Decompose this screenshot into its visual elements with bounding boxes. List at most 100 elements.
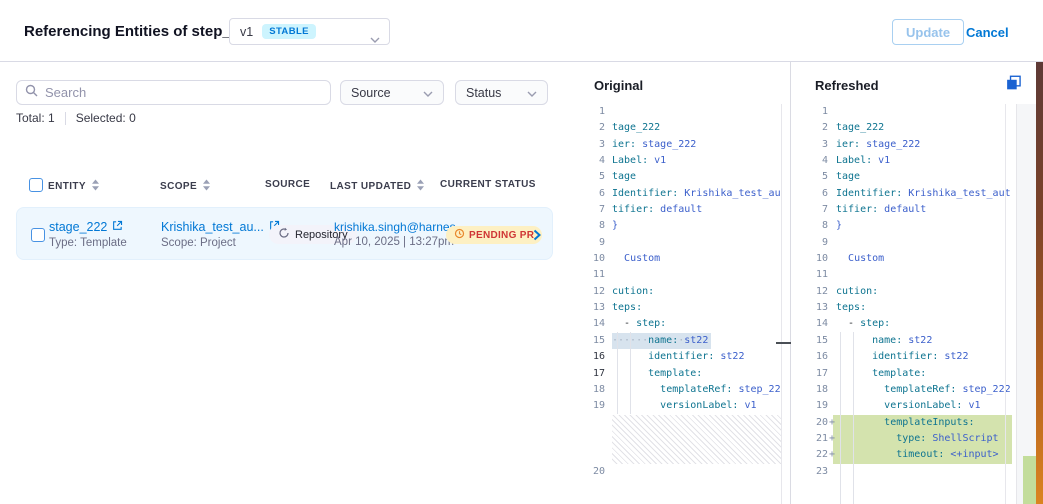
code-line: 7tifier: default bbox=[568, 202, 781, 218]
cancel-button[interactable]: Cancel bbox=[966, 25, 1009, 40]
line-number: 7 bbox=[568, 202, 605, 218]
column-header-scope[interactable]: SCOPE bbox=[160, 179, 211, 194]
code-line: 19 versionLabel: v1 bbox=[568, 398, 781, 414]
line-number: 22 bbox=[791, 447, 828, 463]
line-number: 20 bbox=[568, 464, 605, 480]
code-line: 22+ timeout: <+input> bbox=[791, 447, 1012, 463]
code-line: 5tage bbox=[568, 169, 781, 185]
original-pane-title: Original bbox=[594, 78, 643, 93]
line-number: 19 bbox=[791, 398, 828, 414]
select-all-checkbox[interactable] bbox=[29, 178, 43, 192]
totals-bar: Total: 1 Selected: 0 bbox=[16, 111, 136, 125]
line-number: 23 bbox=[791, 464, 828, 480]
source-filter-dropdown[interactable]: Source bbox=[340, 80, 444, 105]
code-line: 23 bbox=[791, 464, 1012, 480]
page-edge-strip bbox=[1036, 62, 1043, 504]
version-select[interactable]: v1 STABLE bbox=[229, 18, 390, 45]
code-line: 9 bbox=[791, 235, 1012, 251]
diff-spacer-hatch bbox=[568, 415, 781, 464]
clock-icon bbox=[454, 228, 465, 242]
status-badge-label: PENDING PR bbox=[469, 230, 534, 241]
code-line: 3ier: stage_222 bbox=[568, 137, 781, 153]
selected-count: Selected: 0 bbox=[76, 111, 136, 125]
sort-icon[interactable] bbox=[91, 179, 100, 194]
line-number: 1 bbox=[568, 104, 605, 120]
line-number: 12 bbox=[791, 284, 828, 300]
code-line: 6Identifier: Krishika_test_aut bbox=[791, 186, 1012, 202]
referencing-entities-modal: Referencing Entities of step_222 v1 STAB… bbox=[0, 0, 1043, 504]
line-number: 15 bbox=[791, 333, 828, 349]
line-number: 12 bbox=[568, 284, 605, 300]
diff-sash-handle[interactable] bbox=[776, 342, 792, 344]
update-button[interactable]: Update bbox=[892, 19, 964, 45]
line-number: 19 bbox=[568, 398, 605, 414]
indent-guide bbox=[853, 332, 854, 504]
table-row[interactable]: stage_222 Type: Template Krishika_test_a… bbox=[16, 207, 553, 260]
chevron-down-icon bbox=[423, 86, 433, 100]
overview-ruler[interactable] bbox=[1016, 104, 1036, 504]
original-code-editor[interactable]: 12tage_2223ier: stage_2224Label: v15tage… bbox=[568, 104, 781, 480]
indent-guide bbox=[840, 332, 841, 504]
entity-type: Type: Template bbox=[49, 237, 127, 249]
line-number: 10 bbox=[791, 251, 828, 267]
row-checkbox[interactable] bbox=[31, 228, 45, 242]
chevron-down-icon bbox=[527, 86, 537, 100]
code-line: 8} bbox=[568, 218, 781, 234]
code-line: 17 template: bbox=[791, 366, 1012, 382]
entity-cell: stage_222 Type: Template bbox=[49, 220, 127, 249]
code-line: 15······name:·st22 bbox=[568, 333, 781, 349]
line-number: 13 bbox=[791, 300, 828, 316]
stable-badge: STABLE bbox=[262, 24, 316, 39]
scope-cell: Krishika_test_au... Scope: Project bbox=[161, 220, 280, 249]
line-number: 14 bbox=[568, 316, 605, 332]
repository-icon bbox=[278, 227, 290, 242]
line-number: 4 bbox=[791, 153, 828, 169]
code-line: 12cution: bbox=[791, 284, 1012, 300]
code-line: 13teps: bbox=[568, 300, 781, 316]
code-line: 1 bbox=[791, 104, 1012, 120]
chevron-down-icon bbox=[370, 30, 380, 48]
line-number: 16 bbox=[568, 349, 605, 365]
line-number: 8 bbox=[791, 218, 828, 234]
line-number: 2 bbox=[568, 120, 605, 136]
search-box bbox=[16, 80, 331, 105]
line-number: 5 bbox=[791, 169, 828, 185]
code-line: 6Identifier: Krishika_test_aut bbox=[568, 186, 781, 202]
code-line: 12cution: bbox=[568, 284, 781, 300]
copy-icon[interactable] bbox=[1005, 75, 1022, 97]
status-filter-dropdown[interactable]: Status bbox=[455, 80, 548, 105]
total-count: Total: 1 bbox=[16, 111, 55, 125]
line-number: 1 bbox=[791, 104, 828, 120]
line-number: 3 bbox=[791, 137, 828, 153]
column-label: SOURCE bbox=[265, 179, 310, 190]
scope-name: Krishika_test_au... bbox=[161, 220, 264, 234]
code-line: 20+ templateInputs: bbox=[791, 415, 1012, 431]
line-number: 11 bbox=[791, 267, 828, 283]
status-filter-label: Status bbox=[466, 86, 501, 100]
search-input[interactable] bbox=[45, 85, 322, 100]
code-line: 4Label: v1 bbox=[791, 153, 1012, 169]
code-line: 21+ type: ShellScript bbox=[791, 431, 1012, 447]
external-link-icon[interactable] bbox=[112, 220, 123, 234]
column-header-last-updated[interactable]: LAST UPDATED bbox=[330, 179, 425, 194]
code-line: 14 - step: bbox=[568, 316, 781, 332]
refreshed-code-editor[interactable]: 12tage_2223ier: stage_2224Label: v15tage… bbox=[791, 104, 1012, 480]
entity-link[interactable]: stage_222 bbox=[49, 220, 127, 234]
code-line: 13teps: bbox=[791, 300, 1012, 316]
sort-icon[interactable] bbox=[202, 179, 211, 194]
indent-guide bbox=[630, 332, 631, 414]
scope-link[interactable]: Krishika_test_au... bbox=[161, 220, 280, 234]
modal-header: Referencing Entities of step_222 v1 STAB… bbox=[0, 0, 1043, 62]
sort-icon[interactable] bbox=[416, 179, 425, 194]
column-header-source: SOURCE bbox=[265, 179, 310, 190]
status-badge: PENDING PR bbox=[446, 226, 542, 244]
column-label: LAST UPDATED bbox=[330, 181, 411, 192]
code-line: 9 bbox=[568, 235, 781, 251]
code-line: 16 identifier: st22 bbox=[791, 349, 1012, 365]
diff-pane-refreshed: Refreshed 12tage_2223ier: stage_2224Labe… bbox=[791, 62, 1036, 504]
code-line: 11 bbox=[791, 267, 1012, 283]
line-number: 11 bbox=[568, 267, 605, 283]
row-expand-chevron[interactable] bbox=[533, 228, 541, 246]
page-title: Referencing Entities of step_222 bbox=[24, 23, 256, 40]
column-header-entity[interactable]: ENTITY bbox=[48, 179, 100, 194]
